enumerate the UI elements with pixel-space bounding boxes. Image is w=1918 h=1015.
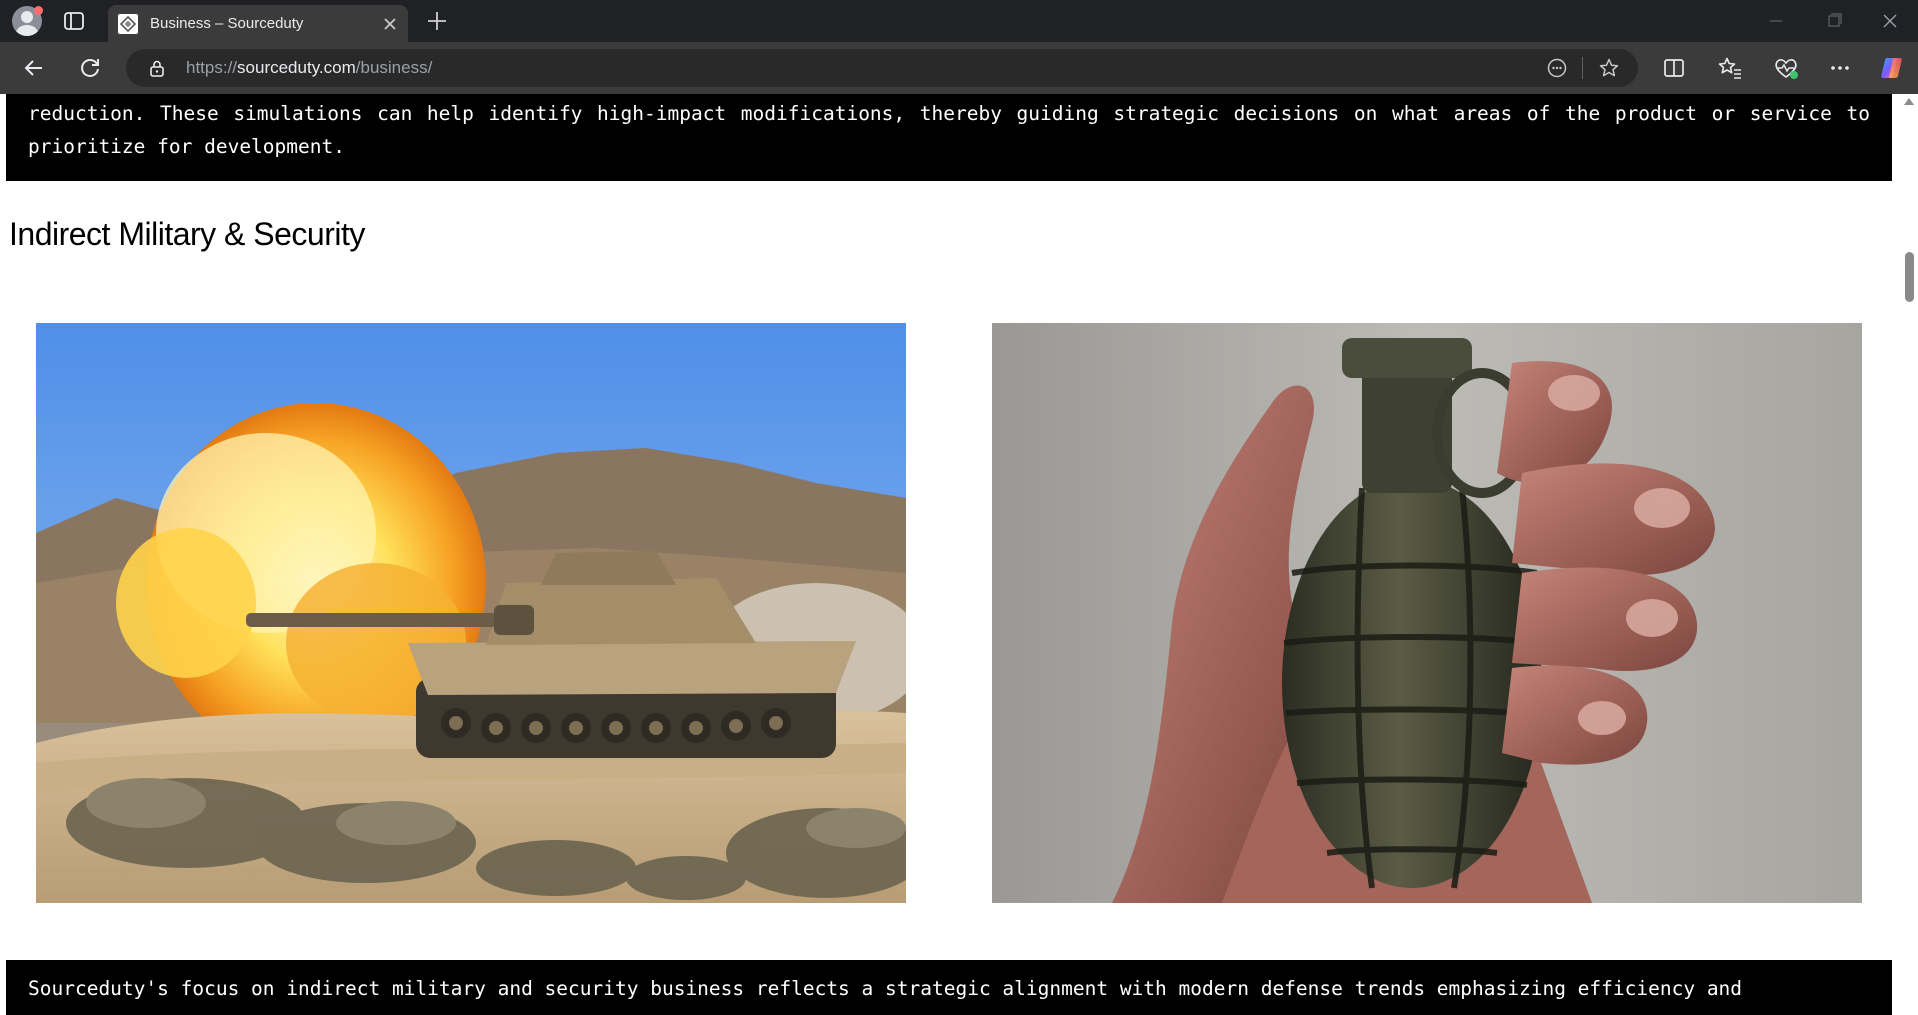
new-tab-button[interactable] [424, 8, 450, 34]
browser-essentials-icon[interactable] [1772, 54, 1800, 82]
site-favicon-icon [118, 14, 138, 34]
tab-business-sourceduty[interactable]: Business – Sourceduty [108, 5, 408, 42]
url-path: /business/ [355, 58, 433, 77]
top-paragraph: reduction. These simulations can help id… [28, 102, 1870, 158]
minimize-button[interactable] [1756, 8, 1796, 34]
hand-grenade-image [992, 323, 1862, 903]
section-heading: Indirect Military & Security [9, 216, 365, 252]
immersive-reader-icon[interactable] [1546, 57, 1568, 79]
reload-icon[interactable] [76, 54, 104, 82]
sidebar-toggle-icon[interactable] [62, 10, 86, 32]
restore-button[interactable] [1814, 8, 1854, 34]
code-block-bottom: Sourceduty's focus on indirect military … [6, 960, 1892, 1015]
scroll-up-arrow-icon[interactable] [1904, 98, 1914, 105]
code-block-top: reduction. These simulations can help id… [6, 94, 1892, 181]
tank-firing-image [36, 323, 906, 903]
tab-title: Business – Sourceduty [150, 15, 304, 32]
browser-toolbar: https://sourceduty.com/business/ [0, 42, 1918, 94]
profile-notification-dot [34, 6, 43, 15]
scroll-thumb[interactable] [1905, 252, 1914, 302]
star-icon[interactable] [1598, 57, 1620, 79]
bottom-paragraph: Sourceduty's focus on indirect military … [28, 977, 1743, 1000]
lock-icon[interactable] [148, 59, 166, 77]
favorites-icon[interactable] [1716, 54, 1744, 82]
page-scrollbar[interactable] [1900, 94, 1918, 1015]
address-bar[interactable]: https://sourceduty.com/business/ [126, 49, 1638, 87]
close-window-button[interactable] [1870, 8, 1910, 34]
plus-icon [428, 12, 446, 30]
copilot-icon[interactable] [1878, 54, 1906, 82]
url-text[interactable]: https://sourceduty.com/business/ [186, 58, 432, 78]
address-divider [1582, 57, 1583, 79]
page-viewport: reduction. These simulations can help id… [0, 94, 1918, 1015]
title-bar: Business – Sourceduty [0, 0, 1918, 42]
close-icon[interactable] [380, 14, 400, 34]
more-icon[interactable] [1826, 54, 1854, 82]
split-screen-icon[interactable] [1660, 54, 1688, 82]
url-prefix: https:// [186, 58, 238, 77]
back-arrow-icon[interactable] [20, 54, 48, 82]
url-domain: sourceduty.com [237, 58, 356, 77]
